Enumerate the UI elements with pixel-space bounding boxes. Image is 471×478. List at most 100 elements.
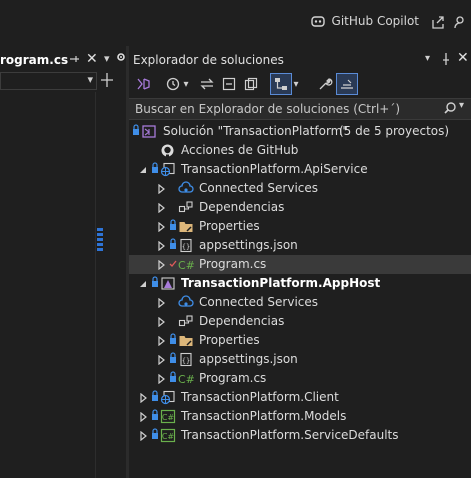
dependencies-icon bbox=[178, 314, 194, 329]
collapsed-arrow-icon[interactable] bbox=[156, 221, 166, 233]
collapsed-arrow-icon[interactable] bbox=[156, 240, 166, 252]
tree-item-label: Program.cs bbox=[199, 257, 267, 271]
copilot-icon bbox=[310, 16, 325, 27]
tree-item-label: Properties bbox=[199, 219, 260, 233]
tree-row-project-apphost[interactable]: TransactionPlatform.AppHost bbox=[129, 274, 471, 293]
lock-icon bbox=[169, 333, 177, 348]
close-icon[interactable]: ✕ bbox=[457, 50, 469, 66]
tree-row-program-cs[interactable]: C# Program.cs bbox=[129, 255, 471, 274]
tree-row-project-client[interactable]: TransactionPlatform.Client bbox=[129, 388, 471, 407]
search-placeholder: Buscar en Explorador de soluciones (Ctrl… bbox=[135, 102, 401, 116]
sync-icon[interactable] bbox=[197, 74, 217, 94]
feedback-icon[interactable] bbox=[454, 14, 470, 30]
lock-icon bbox=[169, 371, 177, 386]
tree-row-project-servicedefaults[interactable]: C# TransactionPlatform.ServiceDefaults bbox=[129, 426, 471, 445]
web-project-icon bbox=[160, 162, 176, 177]
history-icon[interactable] bbox=[163, 74, 183, 94]
tree-row-properties[interactable]: Properties bbox=[129, 217, 471, 236]
pin-icon[interactable] bbox=[68, 53, 80, 68]
collapsed-arrow-icon[interactable] bbox=[156, 183, 166, 195]
scrollbar-marker bbox=[97, 228, 103, 252]
lock-icon bbox=[151, 276, 159, 291]
editor-tab-label: rogram.cs bbox=[0, 53, 69, 67]
tree-row-appsettings[interactable]: {} appsettings.json bbox=[129, 350, 471, 369]
panel-title: Explorador de soluciones bbox=[133, 53, 284, 67]
share-icon[interactable] bbox=[430, 14, 446, 30]
copy-icon[interactable] bbox=[241, 74, 261, 94]
chevron-down-icon: ▾ bbox=[87, 73, 93, 86]
svg-text:{}: {} bbox=[182, 243, 190, 251]
collapsed-arrow-icon[interactable] bbox=[156, 316, 166, 328]
show-all-files-icon[interactable] bbox=[270, 73, 292, 95]
tree-item-label: Program.cs bbox=[199, 371, 267, 385]
editor-text-area[interactable] bbox=[0, 92, 96, 478]
collapse-all-icon[interactable] bbox=[219, 74, 239, 94]
chevron-down-icon[interactable]: ▾ bbox=[425, 53, 430, 64]
preview-selected-icon[interactable] bbox=[336, 73, 358, 95]
dependencies-icon bbox=[178, 200, 194, 215]
lock-icon bbox=[151, 409, 159, 424]
chevron-down-icon[interactable]: ▾ bbox=[459, 100, 464, 111]
csharp-project-icon: C# bbox=[160, 409, 176, 424]
tree-row-project-models[interactable]: C# TransactionPlatform.Models bbox=[129, 407, 471, 426]
navigation-dropdown[interactable]: ▾ bbox=[0, 72, 97, 90]
collapsed-arrow-icon[interactable] bbox=[156, 202, 166, 214]
tree-row-program-cs[interactable]: C# Program.cs bbox=[129, 369, 471, 388]
collapsed-arrow-icon[interactable] bbox=[156, 373, 166, 385]
collapsed-arrow-icon[interactable] bbox=[156, 354, 166, 366]
expanded-arrow-icon[interactable] bbox=[138, 164, 148, 174]
tree-item-label: TransactionPlatform.AppHost bbox=[181, 276, 381, 290]
search-icon[interactable] bbox=[443, 101, 457, 118]
tree-row-github-actions[interactable]: Acciones de GitHub bbox=[129, 141, 471, 160]
collapsed-arrow-icon[interactable] bbox=[138, 411, 148, 423]
collapsed-arrow-icon[interactable] bbox=[138, 392, 148, 404]
solution-explorer-toolbar: ▾ ▾ bbox=[129, 71, 471, 97]
properties-wrench-icon[interactable] bbox=[315, 74, 335, 94]
tree-row-appsettings[interactable]: {} appsettings.json bbox=[129, 236, 471, 255]
json-file-icon: {} bbox=[178, 352, 194, 367]
tree-row-connected-services[interactable]: Connected Services bbox=[129, 293, 471, 312]
tree-item-label: Acciones de GitHub bbox=[181, 143, 299, 157]
solution-icon bbox=[141, 124, 157, 139]
lock-icon bbox=[151, 162, 159, 177]
tree-item-label: Connected Services bbox=[199, 295, 319, 309]
github-copilot-button[interactable]: GitHub Copilot bbox=[310, 14, 419, 28]
json-file-icon: {} bbox=[178, 238, 194, 253]
solution-explorer-title-bar: Explorador de soluciones ▾ ✕ bbox=[129, 50, 471, 70]
csharp-file-icon: C# bbox=[178, 257, 195, 272]
csharp-project-icon: C# bbox=[160, 428, 176, 443]
collapsed-arrow-icon[interactable] bbox=[156, 259, 166, 271]
tree-row-properties[interactable]: Properties bbox=[129, 331, 471, 350]
solution-label: Solución "TransactionPlatform" bbox=[163, 124, 348, 138]
svg-text:C#: C# bbox=[178, 373, 195, 386]
tree-item-label: Connected Services bbox=[199, 181, 319, 195]
lock-icon bbox=[169, 219, 177, 234]
chevron-down-icon[interactable]: ▾ bbox=[104, 52, 110, 65]
expanded-arrow-icon[interactable] bbox=[138, 278, 148, 288]
tree-row-connected-services[interactable]: Connected Services bbox=[129, 179, 471, 198]
tree-item-label: appsettings.json bbox=[199, 352, 298, 366]
collapsed-arrow-icon[interactable] bbox=[156, 335, 166, 347]
tree-row-project-apiservice[interactable]: TransactionPlatform.ApiService bbox=[129, 160, 471, 179]
svg-text:C#: C# bbox=[162, 432, 175, 441]
lock-icon bbox=[169, 352, 177, 367]
chevron-down-icon[interactable]: ▾ bbox=[181, 74, 191, 94]
tree-row-dependencies[interactable]: Dependencias bbox=[129, 312, 471, 331]
collapsed-arrow-icon[interactable] bbox=[156, 297, 166, 309]
editor-scrollbar[interactable] bbox=[96, 92, 108, 478]
tree-row-solution[interactable]: Solución "TransactionPlatform" (5 de 5 p… bbox=[129, 122, 471, 141]
folder-wrench-icon bbox=[178, 333, 194, 348]
chevron-down-icon[interactable]: ▾ bbox=[291, 74, 301, 94]
solution-explorer-search-box[interactable]: Buscar en Explorador de soluciones (Ctrl… bbox=[129, 98, 471, 120]
tree-item-label: TransactionPlatform.Models bbox=[181, 409, 347, 423]
apphost-project-icon bbox=[160, 276, 176, 291]
pin-icon[interactable] bbox=[440, 52, 452, 69]
tree-row-dependencies[interactable]: Dependencias bbox=[129, 198, 471, 217]
split-editor-icon[interactable] bbox=[99, 72, 115, 91]
collapsed-arrow-icon[interactable] bbox=[138, 430, 148, 442]
tree-item-label: Dependencias bbox=[199, 200, 285, 214]
editor-tab-program-cs[interactable]: rogram.cs ✕ ▾ bbox=[0, 50, 126, 70]
close-icon[interactable]: ✕ bbox=[86, 51, 98, 67]
svg-text:{}: {} bbox=[182, 357, 190, 365]
vs-switch-views-icon[interactable] bbox=[133, 74, 153, 94]
